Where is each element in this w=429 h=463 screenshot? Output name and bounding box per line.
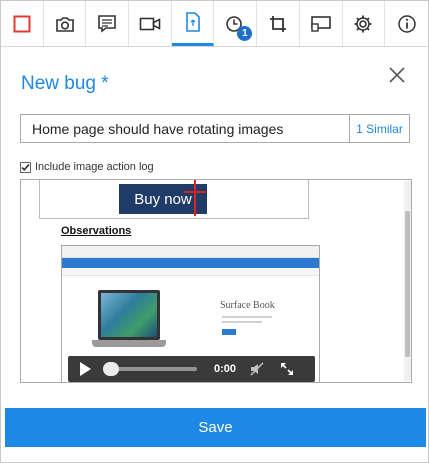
page-title: New bug * [21,73,109,94]
close-button[interactable] [388,66,406,84]
stop-recording-button[interactable] [1,1,44,46]
info-icon [397,14,416,33]
record-video-button[interactable] [129,1,172,46]
video-recording[interactable]: Surface Book 0:00 [61,245,320,382]
crop-icon [269,15,286,32]
video-seek-bar[interactable] [103,362,197,376]
video-site-subnav [62,268,319,276]
document-icon [185,12,200,32]
note-icon [98,15,117,33]
save-button[interactable]: Save [5,408,426,447]
video-icon [139,17,161,30]
bug-title-input[interactable] [21,115,349,142]
description-editor[interactable]: Buy now Observations Surface Book 0:00 [20,179,412,383]
click-marker-h [184,191,206,193]
video-site-nav [62,258,319,268]
video-seek-knob[interactable] [103,362,119,376]
video-controls: 0:00 [68,356,315,382]
click-marker-icon [194,180,196,216]
close-icon [389,67,405,83]
note-button[interactable] [86,1,130,46]
screen-icon [310,15,331,32]
about-button[interactable] [385,1,428,46]
camera-icon [55,16,74,32]
video-laptop-base [92,340,166,347]
bug-panel: 1 New bug * 1 Similar Include image acti… [0,0,429,463]
fullscreen-icon[interactable] [280,362,294,376]
bug-title-field: 1 Similar [20,114,410,143]
play-icon[interactable] [80,362,91,376]
video-product-title: Surface Book [220,300,275,311]
history-button[interactable]: 1 [214,1,258,46]
history-count-badge: 1 [237,26,253,41]
create-bug-button[interactable] [171,1,215,46]
include-action-log-checkbox[interactable] [20,161,31,173]
action-screenshot: Buy now [39,180,309,219]
video-text-line [222,321,262,323]
crop-button[interactable] [257,1,300,46]
checkmark-icon [21,163,30,171]
video-time: 0:00 [214,363,237,375]
similar-bugs-link[interactable]: 1 Similar [349,115,409,142]
video-laptop-image [98,290,160,340]
screenshot-button[interactable] [44,1,87,46]
video-text-line [222,316,272,318]
settings-button[interactable] [343,1,386,46]
observations-heading: Observations [61,225,132,237]
include-action-log-option: Include image action log [20,161,154,173]
include-action-log-label: Include image action log [35,161,154,173]
description-scrollbar-thumb[interactable] [405,211,410,357]
toolbar: 1 [1,1,428,47]
video-browser-bar [62,246,319,258]
stop-recording-icon [13,15,31,32]
gear-icon [354,15,372,32]
device-button[interactable] [300,1,343,46]
video-buy-button [222,329,236,335]
mute-icon[interactable] [250,362,264,376]
